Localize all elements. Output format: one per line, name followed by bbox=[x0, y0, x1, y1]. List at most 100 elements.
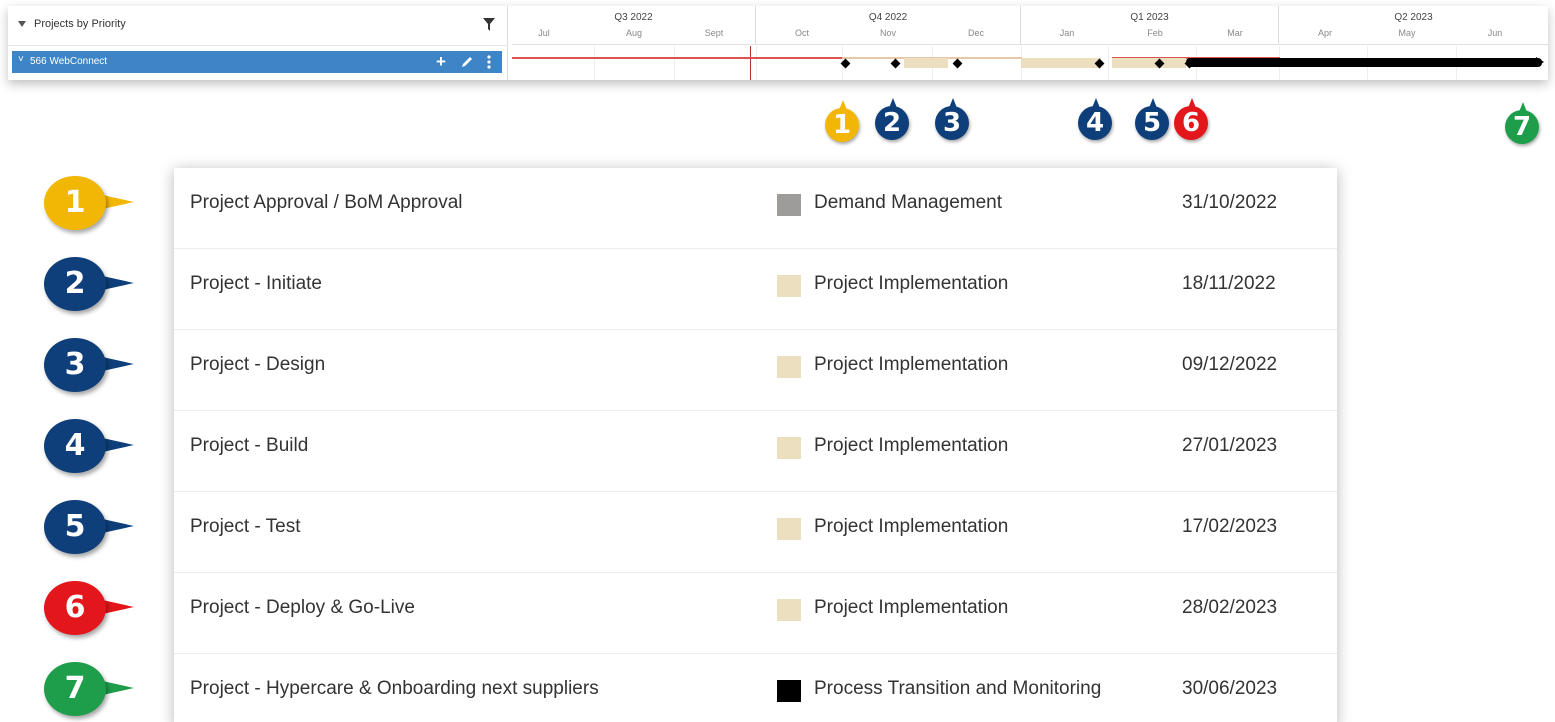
milestone-name: Project Approval / BoM Approval bbox=[190, 192, 463, 213]
milestone-category: Process Transition and Monitoring bbox=[814, 678, 1102, 699]
phase-bar[interactable] bbox=[904, 58, 948, 68]
badge-number: 3 bbox=[64, 347, 86, 382]
month-label: Sept bbox=[704, 28, 724, 38]
badge-1: 1 bbox=[44, 176, 106, 230]
month-label: Jul bbox=[538, 28, 550, 38]
month-label: Oct bbox=[794, 28, 809, 38]
milestone-diamond[interactable] bbox=[952, 58, 963, 69]
badge-number: 7 bbox=[64, 671, 86, 706]
quarter-label: Q2 2023 bbox=[1394, 12, 1433, 23]
marker-pin-4: 4 bbox=[1078, 98, 1112, 140]
milestone-date: 27/01/2023 bbox=[1182, 435, 1278, 456]
marker-number: 4 bbox=[1085, 108, 1105, 138]
milestone-date: 28/02/2023 bbox=[1182, 597, 1278, 618]
milestone-table: Project Approval / BoM Approval Demand M… bbox=[174, 168, 1337, 722]
table-row: Project - Deploy & Go-Live Project Imple… bbox=[174, 573, 1337, 654]
milestone-category: Project Implementation bbox=[814, 597, 1009, 618]
table-row: Project Approval / BoM Approval Demand M… bbox=[174, 168, 1337, 249]
month-label: Mar bbox=[1227, 28, 1243, 38]
marker-number: 5 bbox=[1142, 108, 1162, 138]
quarter-header: Q4 2022 Oct Nov Dec bbox=[756, 6, 1021, 44]
marker-pin-2: 2 bbox=[875, 98, 909, 140]
marker-pin-7: 7 bbox=[1505, 102, 1539, 144]
month-label: Feb bbox=[1147, 28, 1163, 38]
marker-number: 6 bbox=[1181, 108, 1201, 138]
category-swatch bbox=[777, 275, 801, 297]
filter-icon[interactable] bbox=[483, 18, 495, 32]
milestone-date: 30/06/2023 bbox=[1182, 678, 1278, 699]
month-label: Nov bbox=[879, 28, 896, 38]
project-row-566-webconnect[interactable]: ˅ 566 WebConnect + bbox=[12, 51, 502, 73]
milestone-date: 18/11/2022 bbox=[1182, 273, 1276, 294]
gridline bbox=[756, 46, 757, 80]
month-label: Dec bbox=[967, 28, 984, 38]
roadmap-slide: Projects by Priority ˅ 566 WebConnect + … bbox=[0, 0, 1555, 722]
table-row: Project - Design Project Implementation … bbox=[174, 330, 1337, 411]
milestone-name: Project - Test bbox=[190, 516, 301, 537]
category-swatch bbox=[777, 680, 801, 702]
timeline-area: Q3 2022 Jul Aug Sept Q4 2022 Oct Nov Dec… bbox=[512, 6, 1548, 80]
more-vertical-icon[interactable] bbox=[486, 55, 492, 69]
phase-bar[interactable] bbox=[1021, 58, 1101, 68]
plan-line bbox=[512, 57, 842, 59]
quarter-header: Q1 2023 Jan Feb Mar bbox=[1021, 6, 1279, 44]
badge-7: 7 bbox=[44, 662, 106, 716]
project-name: 566 WebConnect bbox=[30, 56, 108, 67]
milestone-date: 31/10/2022 bbox=[1182, 192, 1278, 213]
bar-arrow-icon bbox=[1536, 57, 1544, 67]
category-swatch bbox=[777, 518, 801, 540]
badge-number: 4 bbox=[64, 428, 86, 463]
quarter-label: Q4 2022 bbox=[868, 12, 908, 23]
quarter-header: Q3 2022 Jul Aug Sept bbox=[512, 6, 756, 44]
milestone-name: Project - Initiate bbox=[190, 273, 322, 294]
edit-pencil-icon[interactable] bbox=[460, 55, 474, 69]
gantt-panel: Projects by Priority ˅ 566 WebConnect + … bbox=[8, 6, 1548, 80]
badge-3: 3 bbox=[44, 338, 106, 392]
quarter-header: Q2 2023 Apr May Jun bbox=[1279, 6, 1548, 44]
group-title: Projects by Priority bbox=[34, 18, 126, 30]
chevron-down-icon[interactable]: ˅ bbox=[18, 54, 24, 65]
badge-number: 6 bbox=[64, 590, 86, 625]
phase-bar[interactable] bbox=[1112, 58, 1186, 68]
milestone-category: Project Implementation bbox=[814, 273, 1009, 294]
marker-number: 2 bbox=[882, 108, 902, 138]
month-label: Jun bbox=[1487, 28, 1503, 38]
milestone-category: Project Implementation bbox=[814, 435, 1009, 456]
collapse-caret-icon[interactable] bbox=[18, 21, 26, 27]
gridline bbox=[594, 46, 595, 80]
table-row: Project - Hypercare & Onboarding next su… bbox=[174, 654, 1337, 722]
add-icon[interactable]: + bbox=[436, 51, 446, 73]
group-header[interactable]: Projects by Priority bbox=[8, 6, 508, 46]
badge-6: 6 bbox=[44, 581, 106, 635]
today-line bbox=[750, 46, 751, 80]
quarter-label: Q3 2022 bbox=[614, 12, 653, 23]
badge-number: 1 bbox=[64, 185, 86, 220]
category-swatch bbox=[777, 356, 801, 378]
month-label: Jan bbox=[1059, 28, 1075, 38]
hypercare-bar[interactable] bbox=[1186, 58, 1542, 67]
milestone-name: Project - Design bbox=[190, 354, 326, 375]
table-row: Project - Initiate Project Implementatio… bbox=[174, 249, 1337, 330]
badge-number: 2 bbox=[64, 266, 86, 301]
milestone-diamond[interactable] bbox=[890, 58, 901, 69]
marker-number: 3 bbox=[942, 108, 962, 138]
marker-pin-1: 1 bbox=[825, 100, 859, 142]
category-swatch bbox=[777, 194, 801, 216]
milestone-name: Project - Build bbox=[190, 435, 309, 456]
table-row: Project - Build Project Implementation 2… bbox=[174, 411, 1337, 492]
gridline bbox=[1108, 46, 1109, 80]
marker-number: 1 bbox=[832, 110, 852, 140]
milestone-date: 17/02/2023 bbox=[1182, 516, 1278, 537]
quarter-label: Q1 2023 bbox=[1130, 12, 1169, 23]
milestone-category: Project Implementation bbox=[814, 354, 1009, 375]
milestone-date: 09/12/2022 bbox=[1182, 354, 1278, 375]
month-label: Apr bbox=[1317, 28, 1332, 38]
table-row: Project - Test Project Implementation 17… bbox=[174, 492, 1337, 573]
marker-pin-5: 5 bbox=[1135, 98, 1169, 140]
category-swatch bbox=[777, 599, 801, 621]
badge-number: 5 bbox=[64, 509, 86, 544]
category-swatch bbox=[777, 437, 801, 459]
badge-5: 5 bbox=[44, 500, 106, 554]
gridline bbox=[674, 46, 675, 80]
marker-pin-6: 6 bbox=[1174, 98, 1208, 140]
